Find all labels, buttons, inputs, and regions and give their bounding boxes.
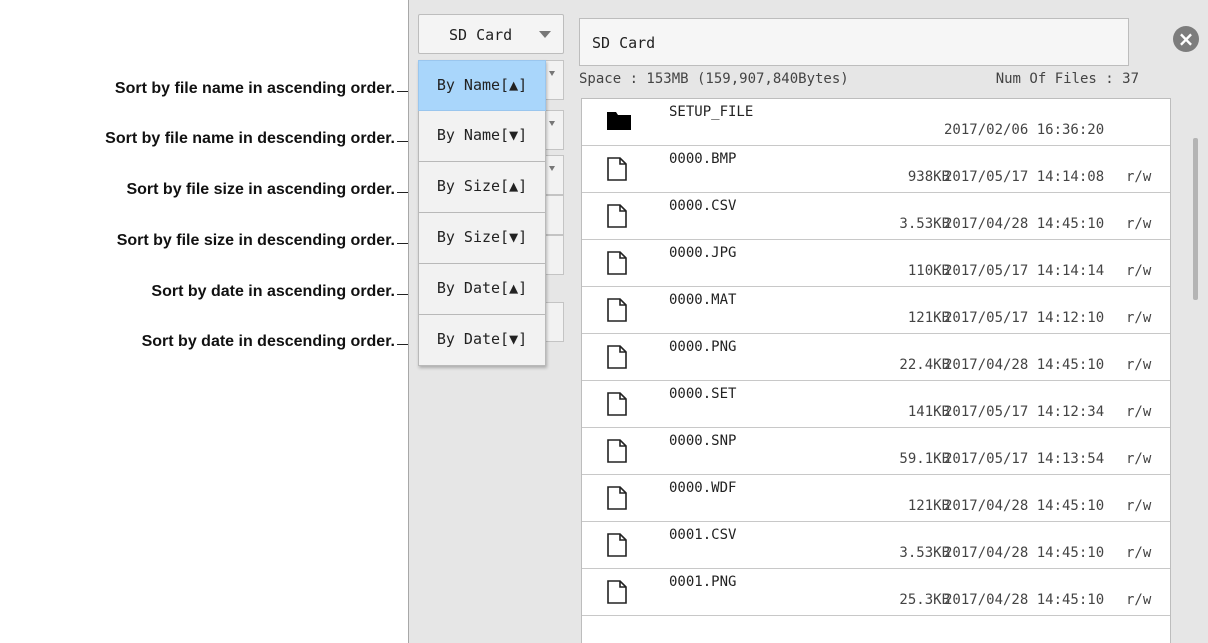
file-size: 3.53KB <box>899 545 950 561</box>
file-permission: r/w <box>1126 498 1152 514</box>
path-text: SD Card <box>592 34 656 52</box>
file-permission: r/w <box>1126 404 1152 420</box>
file-icon <box>607 157 627 185</box>
file-row[interactable]: 0000.CSV 3.53KB 2017/04/28 14:45:10 r/w <box>582 193 1170 240</box>
file-name: 0000.PNG <box>669 339 737 355</box>
file-row[interactable]: 0001.PNG 25.3KB 2017/04/28 14:45:10 r/w <box>582 569 1170 616</box>
sort-by-size-asc[interactable]: By Size[▲] <box>418 162 546 213</box>
file-list: SETUP_FILE 2017/02/06 16:36:20 0000.BMP 938… <box>581 98 1171 643</box>
file-icon <box>607 439 627 467</box>
device-select-label: SD Card <box>449 26 513 44</box>
file-icon <box>607 251 627 279</box>
file-icon <box>607 580 627 608</box>
file-name: 0001.PNG <box>669 574 737 590</box>
annotation-date-asc: Sort by date in ascending order. <box>151 283 395 300</box>
chevron-down-icon <box>539 31 551 38</box>
file-name: 0000.MAT <box>669 292 737 308</box>
annotation-date-desc: Sort by date in descending order. <box>141 333 395 350</box>
file-name: 0000.WDF <box>669 480 737 496</box>
file-row[interactable]: 0000.SET 141KB 2017/05/17 14:12:34 r/w <box>582 381 1170 428</box>
file-name: 0001.CSV <box>669 527 737 543</box>
file-browser-panel: SD Card By Name[▲] By Name[▼] By Size[▲]… <box>408 0 1208 643</box>
file-name: 0000.BMP <box>669 151 737 167</box>
file-icon <box>607 533 627 561</box>
chevron-down-icon <box>549 166 555 171</box>
file-date: 2017/05/17 14:14:08 <box>944 169 1105 185</box>
file-row[interactable]: 0000.SNP 59.1KB 2017/05/17 14:13:54 r/w <box>582 428 1170 475</box>
annotation-name-desc: Sort by file name in descending order. <box>105 130 395 147</box>
file-size: 25.3KB <box>899 592 950 608</box>
sort-by-name-asc[interactable]: By Name[▲] <box>418 60 546 111</box>
file-date: 2017/04/28 14:45:10 <box>944 498 1105 514</box>
annotation-size-asc: Sort by file size in ascending order. <box>126 181 395 198</box>
chevron-down-icon <box>549 71 555 76</box>
sort-by-date-desc[interactable]: By Date[▼] <box>418 315 546 366</box>
file-name: 0000.CSV <box>669 198 737 214</box>
file-row[interactable]: 0001.CSV 3.53KB 2017/04/28 14:45:10 r/w <box>582 522 1170 569</box>
file-name: 0000.SNP <box>669 433 737 449</box>
file-permission: r/w <box>1126 545 1152 561</box>
file-permission: r/w <box>1126 216 1152 232</box>
file-row[interactable]: 0000.WDF 121KB 2017/04/28 14:45:10 r/w <box>582 475 1170 522</box>
path-display: SD Card <box>579 18 1129 66</box>
file-permission: r/w <box>1126 451 1152 467</box>
file-date: 2017/04/28 14:45:10 <box>944 216 1105 232</box>
file-date: 2017/05/17 14:12:34 <box>944 404 1105 420</box>
file-date: 2017/05/17 14:13:54 <box>944 451 1105 467</box>
file-date: 2017/05/17 14:12:10 <box>944 310 1105 326</box>
chevron-down-icon <box>549 121 555 126</box>
file-row[interactable]: 0000.PNG 22.4KB 2017/04/28 14:45:10 r/w <box>582 334 1170 381</box>
device-select-button[interactable]: SD Card <box>418 14 564 54</box>
folder-icon <box>607 110 631 134</box>
scrollbar[interactable] <box>1193 138 1198 300</box>
file-icon <box>607 345 627 373</box>
file-date: 2017/04/28 14:45:10 <box>944 357 1105 373</box>
file-name: SETUP_FILE <box>669 104 754 120</box>
file-icon <box>607 392 627 420</box>
file-permission: r/w <box>1126 592 1152 608</box>
file-name: 0000.SET <box>669 386 737 402</box>
file-size: 3.53KB <box>899 216 950 232</box>
sort-by-size-desc[interactable]: By Size[▼] <box>418 213 546 264</box>
file-size: 22.4KB <box>899 357 950 373</box>
sort-by-name-desc[interactable]: By Name[▼] <box>418 111 546 162</box>
file-permission: r/w <box>1126 357 1152 373</box>
file-icon <box>607 204 627 232</box>
sort-dropdown-menu: By Name[▲] By Name[▼] By Size[▲] By Size… <box>418 60 546 366</box>
file-icon <box>607 486 627 514</box>
file-permission: r/w <box>1126 263 1152 279</box>
file-icon <box>607 298 627 326</box>
file-row[interactable]: 0000.BMP 938KB 2017/05/17 14:14:08 r/w <box>582 146 1170 193</box>
file-row[interactable]: 0000.MAT 121KB 2017/05/17 14:12:10 r/w <box>582 287 1170 334</box>
file-name: 0000.JPG <box>669 245 737 261</box>
annotation-name-asc: Sort by file name in ascending order. <box>114 80 395 97</box>
file-row[interactable]: 0000.JPG 110KB 2017/05/17 14:14:14 r/w <box>582 240 1170 287</box>
file-permission: r/w <box>1126 310 1152 326</box>
file-size: 59.1KB <box>899 451 950 467</box>
file-date: 2017/05/17 14:14:14 <box>944 263 1105 279</box>
annotation-size-desc: Sort by file size in descending order. <box>116 232 395 249</box>
file-permission: r/w <box>1126 169 1152 185</box>
file-row[interactable]: SETUP_FILE 2017/02/06 16:36:20 <box>582 99 1170 146</box>
file-date: 2017/04/28 14:45:10 <box>944 592 1105 608</box>
file-date: 2017/04/28 14:45:10 <box>944 545 1105 561</box>
sort-by-date-asc[interactable]: By Date[▲] <box>418 264 546 315</box>
close-icon[interactable]: × <box>1173 26 1199 52</box>
space-info: Space : 153MB (159,907,840Bytes) <box>579 71 849 87</box>
file-date: 2017/02/06 16:36:20 <box>944 122 1105 138</box>
file-count: Num Of Files : 37 <box>995 71 1139 87</box>
